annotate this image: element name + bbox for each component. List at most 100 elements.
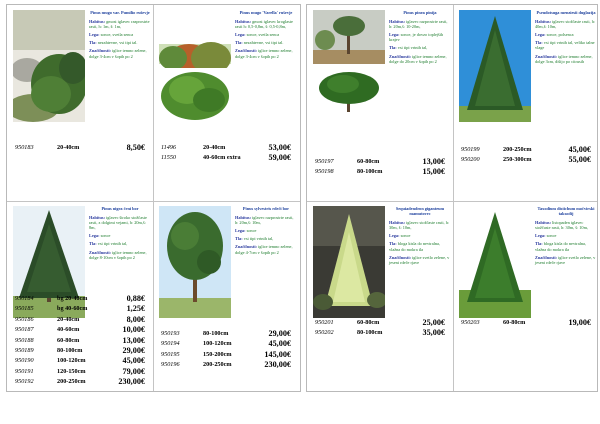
habitus-line: Habitus: gmost iglavec razprostrte rasti… xyxy=(89,19,151,29)
znacilnosti-line: Značilnosti: iglice svetlo zelene, v jes… xyxy=(389,255,451,265)
plant-card: Taxodium distichum močvirski taksodij Hab… xyxy=(453,201,599,397)
plant-description: Pinus mugo 'Varella' ruševje Habitus: gmo… xyxy=(235,10,297,62)
lega-value: sonce xyxy=(546,233,557,239)
tla-value: vsi tipi vrtnih tal, xyxy=(97,241,128,247)
plant-description: Pinus mugo var. Pumilio ruševje Habitus: … xyxy=(89,10,151,62)
plant-description: Taxodium distichum močvirski taksodij Hab… xyxy=(535,206,597,268)
item-code: 950192 xyxy=(15,378,34,386)
tla-value: nezahtevne, vsi tipi tal. xyxy=(97,40,138,46)
tla-label: Tla: xyxy=(235,40,243,46)
plant-card: Pinus nigra črni bor Habitus: iglavec šir… xyxy=(7,201,153,397)
znacilnosti-line: Značilnosti: iglice temno zelene, dolge … xyxy=(89,48,151,58)
price-row: 950188 60-80cm 13,00€ xyxy=(15,336,149,346)
lega-value: sonce, svetla senca xyxy=(246,32,280,38)
plant-name: Pseudotsuga menziesii duglazija xyxy=(536,10,596,15)
tla-label: Tla: xyxy=(235,236,243,242)
price-row: 950201 60-80cm 25,00€ xyxy=(315,318,449,328)
price-row: 950186 20-40cm 8,00€ xyxy=(15,315,149,325)
price-row: 11496 20-40cm 53,00€ xyxy=(161,143,295,153)
item-code: 950185 xyxy=(15,305,34,313)
item-code: 950199 xyxy=(461,146,480,153)
plant-size: 100-120cm xyxy=(203,340,232,348)
lega-line: Lega: sonce xyxy=(535,233,597,238)
price-list: 950199 200-250cm 45,00€ 950200 250-300cm 55,0… xyxy=(461,145,595,166)
plant-name: Sequiadendron giganteum mamutovec xyxy=(395,206,445,217)
lega-value: sonce, svetla senca xyxy=(100,32,134,38)
lega-value: sonce, polsenca xyxy=(546,32,574,38)
item-code: 950183 xyxy=(15,144,34,151)
plant-description: Pinus nigra črni bor Habitus: iglavec šir… xyxy=(89,206,151,263)
habitus-line: Habitus: iglavec razprostrte rasti, h: 2… xyxy=(235,215,297,225)
plant-size: 150-200cm xyxy=(203,350,232,358)
plant-card: Pseudotsuga menziesii duglazija Habitus: … xyxy=(453,5,599,201)
plant-size: 60-80cm xyxy=(57,336,80,344)
price-list: 950203 60-80cm 19,00€ xyxy=(461,318,595,328)
tla-line: Tla: bloga kisla do nevtralna, vlažna do… xyxy=(535,241,597,251)
item-code: 11550 xyxy=(161,154,177,162)
item-price: 13,00€ xyxy=(422,157,445,166)
item-price: 55,00€ xyxy=(568,155,591,165)
habitus-line: Habitus: iglavec stožčaste rasti, h: 30m… xyxy=(389,220,451,230)
znacilnosti-line: Značilnosti: iglice svetlo zelene, v jes… xyxy=(535,255,597,265)
lega-label: Lega: xyxy=(389,233,400,239)
price-list: 950193 80-100cm 29,00€ 950194 100-120cm 45,00… xyxy=(161,329,295,371)
habitus-line: Habitus: iglavec razprostrte rasti, h: 2… xyxy=(389,19,451,29)
plant-photo xyxy=(159,206,231,318)
plant-size: bg 20-40cm xyxy=(57,295,88,302)
plant-card: Pinus mugo 'Varella' ruševje Habitus: gmo… xyxy=(153,5,299,201)
item-price: 230,00€ xyxy=(118,377,145,387)
plant-size: 20-40cm xyxy=(57,315,80,323)
plant-size: 40-60cm extra xyxy=(203,154,241,162)
item-price: 19,00€ xyxy=(568,318,591,327)
plant-size: 80-100cm xyxy=(357,329,383,337)
item-code: 950187 xyxy=(15,326,34,334)
plant-card: Pinus pinea pinija Habitus: iglavec razpr… xyxy=(307,5,453,201)
tla-value: nezahtevne, vsi tipi tal. xyxy=(243,40,284,46)
price-row: 950203 60-80cm 19,00€ xyxy=(461,318,595,328)
habitus-line: Habitus: iglavec stožčaste rasti, h: 40m… xyxy=(535,19,597,29)
znacilnosti-line: Značilnosti: iglice temno zelene, dolge … xyxy=(235,48,297,58)
item-code: 950193 xyxy=(161,330,180,337)
price-row: 950198 80-100cm 15,00€ xyxy=(315,167,449,177)
plant-size: 20-40cm xyxy=(57,144,80,151)
price-row: 950187 40-60cm 10,00€ xyxy=(15,325,149,335)
lega-value: sonce xyxy=(400,233,411,239)
item-code: 11496 xyxy=(161,144,177,151)
plant-size: 200-250cm xyxy=(503,146,532,153)
tla-line: Tla: vsi tipi vrtnih tal, xyxy=(89,241,151,246)
lega-line: Lega: sonce xyxy=(235,228,297,233)
plant-size: bg 40-60cm xyxy=(57,305,88,313)
item-price: 15,00€ xyxy=(422,167,445,177)
lega-value: sonce xyxy=(100,233,111,239)
item-price: 45,00€ xyxy=(568,145,591,154)
plant-name: Pinus mugo 'Varella' ruševje xyxy=(239,10,293,15)
lega-label: Lega: xyxy=(89,233,100,239)
item-price: 13,00€ xyxy=(122,335,145,345)
price-list: 950201 60-80cm 25,00€ 950202 80-100cm 35,00€ xyxy=(315,318,449,339)
plant-size: 100-120cm xyxy=(57,357,86,365)
lega-label: Lega: xyxy=(235,228,246,234)
price-row: 11550 40-60cm extra 59,00€ xyxy=(161,153,295,163)
tla-value: vsi tipi vrtnih tal, xyxy=(397,45,428,51)
item-code: 950197 xyxy=(315,158,334,165)
plant-description: Pinus pinea pinija Habitus: iglavec razpr… xyxy=(389,10,451,67)
lega-line: Lega: sonce, svetla senca xyxy=(89,32,151,37)
price-row: 950191 120-150cm 79,00€ xyxy=(15,367,149,377)
lega-label: Lega: xyxy=(89,32,100,38)
item-price: 29,00€ xyxy=(122,345,145,355)
plant-card: Pinus mugo var. Pumilio ruševje Habitus: … xyxy=(7,5,153,201)
plant-photo xyxy=(459,10,531,122)
tla-value: vsi tipi vrtnih tal, xyxy=(243,236,274,242)
catalog-page-right: Pinus pinea pinija Habitus: iglavec razpr… xyxy=(306,4,598,392)
plant-size: 80-100cm xyxy=(203,330,229,337)
price-row: 950192 200-250cm 230,00€ xyxy=(15,377,149,387)
lega-line: Lega: sonce, polsenca xyxy=(535,32,597,37)
lega-label: Lega: xyxy=(235,32,246,38)
znacilnosti-line: Značilnosti: iglice temno zelene, dolge … xyxy=(389,54,451,64)
price-row: 950200 250-300cm 55,00€ xyxy=(461,155,595,165)
plant-name: Pinus mugo var. Pumilio ruševje xyxy=(90,10,150,15)
tla-line: Tla: bloga kisla do nevtralna, vlažna do… xyxy=(389,241,451,251)
plant-name: Pinus pinea pinija xyxy=(403,10,437,15)
lega-line: Lega: sonce xyxy=(89,233,151,238)
plant-size: 20-40cm xyxy=(203,144,226,151)
